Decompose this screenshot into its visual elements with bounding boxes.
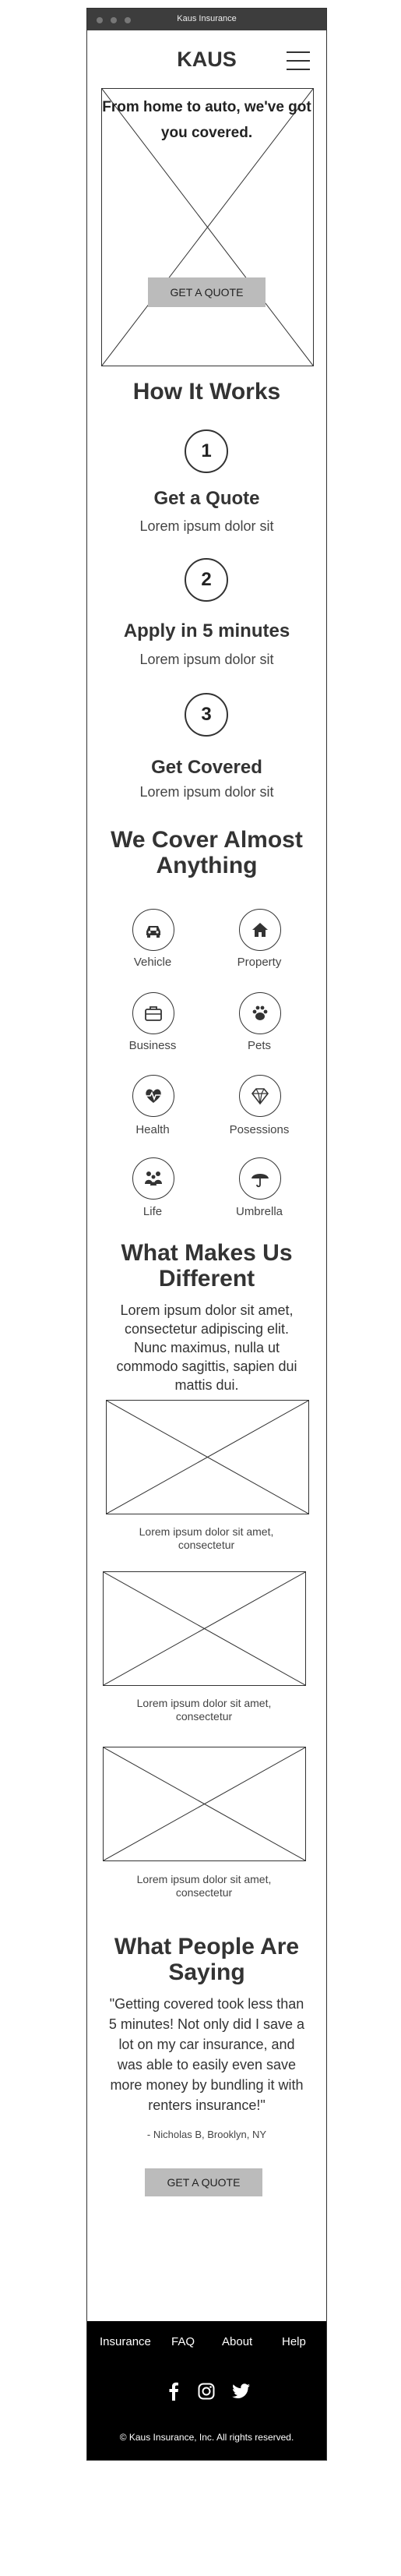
family-icon[interactable] — [132, 1157, 174, 1200]
title-bar: Kaus Insurance — [87, 9, 326, 30]
step-1-text: Lorem ipsum dolor sit — [139, 518, 274, 534]
testimonial-title: What People Are Saying — [114, 1934, 300, 1985]
home-icon[interactable] — [239, 909, 281, 951]
coverage-title: We Cover Almost Anything — [111, 827, 303, 878]
copyright-text: © Kaus Insurance, Inc. All rights reserv… — [119, 2432, 294, 2443]
heartbeat-icon[interactable] — [132, 1075, 174, 1117]
coverage-label-business: Business — [128, 1039, 177, 1052]
hamburger-menu-icon[interactable] — [287, 51, 310, 70]
testimonial-author: - Nicholas B, Brooklyn, NY — [146, 2129, 267, 2140]
paw-icon[interactable] — [239, 992, 281, 1034]
site-footer: Insurance FAQ About Help © Kaus Insuranc… — [87, 2321, 326, 2460]
hero-headline: From home to auto, we've got you covered… — [102, 99, 311, 141]
diamond-icon[interactable] — [239, 1075, 281, 1117]
feature-caption-1: Lorem ipsum dolor sit amet, consectetur — [139, 1525, 274, 1551]
step-2-text: Lorem ipsum dolor sit — [139, 652, 274, 667]
coverage-label-life: Life — [142, 1205, 163, 1218]
footer-link-about[interactable]: About — [222, 2335, 252, 2348]
window-title: Kaus Insurance — [177, 14, 237, 23]
umbrella-icon[interactable] — [239, 1157, 281, 1200]
footer-link-faq[interactable]: FAQ — [171, 2335, 195, 2348]
coverage-label-pets: Pets — [247, 1039, 271, 1052]
hero-get-quote-button[interactable]: GET A QUOTE — [148, 277, 266, 307]
browser-window: Kaus Insurance KAUS From home to auto, w… — [86, 8, 327, 2461]
coverage-label-property: Property — [237, 956, 282, 969]
feature-image-3 — [103, 1747, 306, 1861]
coverage-label-umbrella: Umbrella — [235, 1205, 283, 1218]
coverage-label-vehicle: Vehicle — [133, 956, 172, 969]
testimonial-quote: "Getting covered took less than 5 minute… — [108, 1996, 305, 2113]
coverage-label-health: Health — [135, 1123, 170, 1136]
step-3-text: Lorem ipsum dolor sit — [139, 784, 274, 800]
step-3-number: 3 — [185, 693, 228, 737]
twitter-icon[interactable] — [232, 2383, 251, 2399]
step-1-title: Get a Quote — [153, 488, 260, 509]
step-3-title: Get Covered — [151, 757, 262, 778]
footer-link-insurance[interactable]: Insurance — [100, 2335, 151, 2348]
car-icon[interactable] — [132, 909, 174, 951]
coverage-label-posessions: Posessions — [229, 1123, 290, 1136]
how-it-works-title: How It Works — [132, 379, 281, 405]
feature-image-2 — [103, 1571, 306, 1686]
step-1-number: 1 — [185, 429, 228, 473]
instagram-icon[interactable] — [198, 2383, 215, 2400]
testimonial-get-quote-button[interactable]: GET A QUOTE — [145, 2168, 262, 2196]
footer-link-help[interactable]: Help — [282, 2335, 306, 2348]
feature-image-1 — [106, 1400, 309, 1514]
step-2-title: Apply in 5 minutes — [123, 620, 290, 641]
feature-caption-2: Lorem ipsum dolor sit amet, consectetur — [136, 1697, 272, 1723]
facebook-icon[interactable] — [168, 2382, 179, 2401]
briefcase-icon[interactable] — [132, 992, 174, 1034]
feature-caption-3: Lorem ipsum dolor sit amet, consectetur — [136, 1873, 272, 1899]
step-2-number: 2 — [185, 558, 228, 602]
different-title: What Makes Us Different — [121, 1240, 293, 1292]
copyright-icon: © — [119, 2432, 127, 2443]
different-description: Lorem ipsum dolor sit amet, consectetur … — [116, 1302, 297, 1393]
